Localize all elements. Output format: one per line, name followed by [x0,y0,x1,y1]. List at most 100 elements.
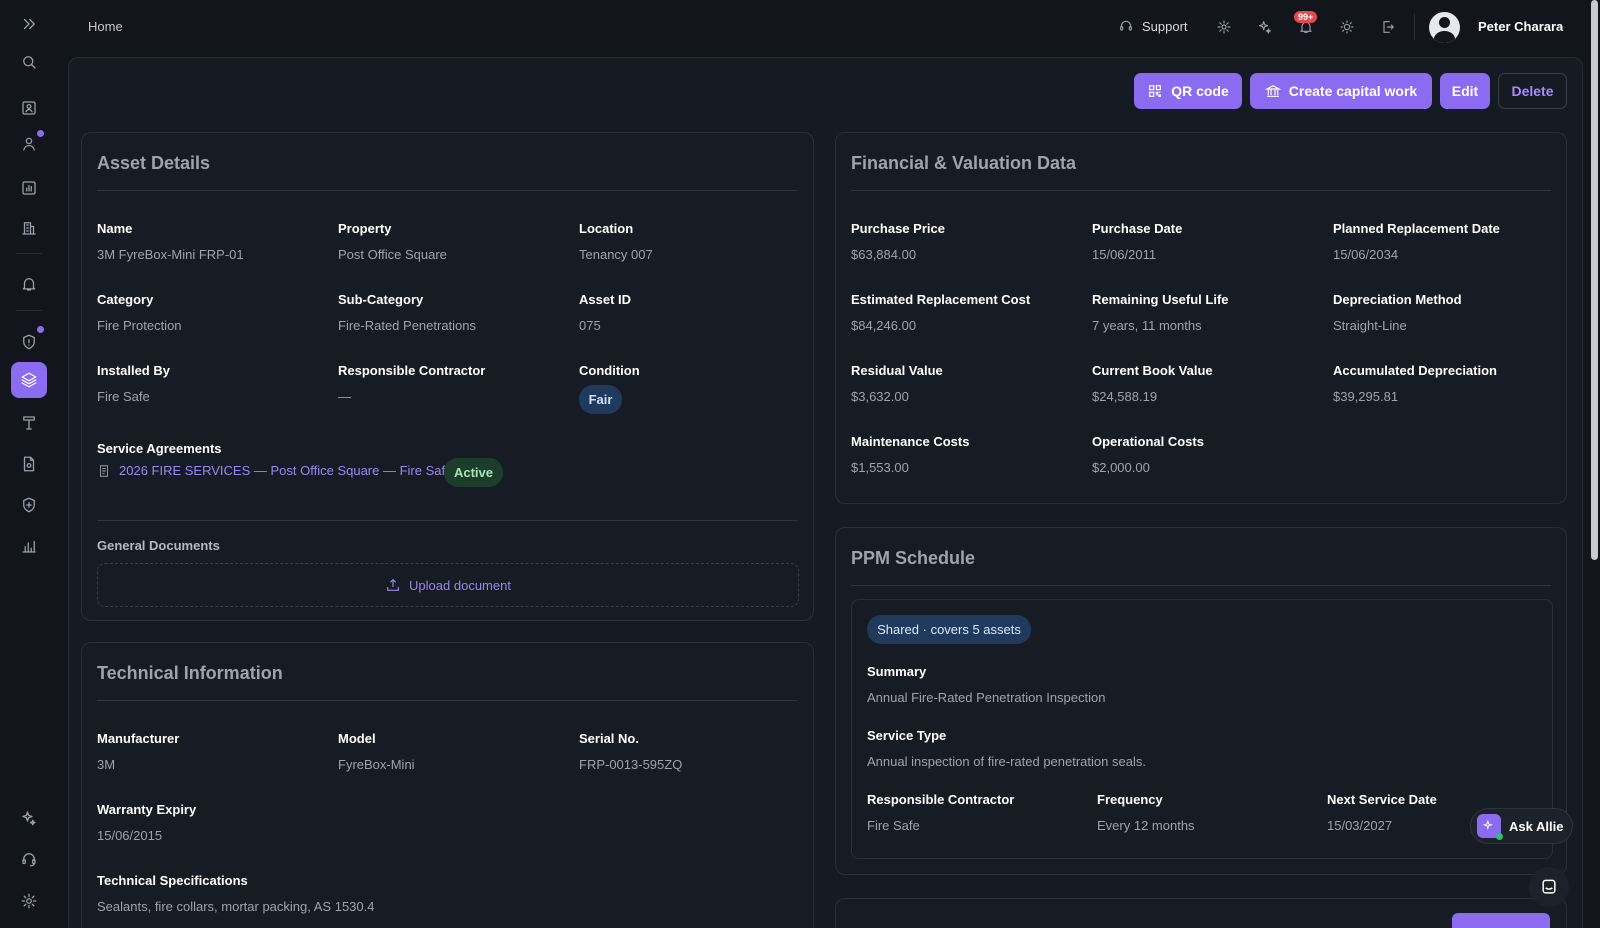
support-headset-icon[interactable] [11,841,47,877]
responsible-contractor-value: — [338,389,351,404]
topbar: Home [58,0,1600,56]
user-name[interactable]: Peter Charara [1478,19,1563,34]
divider [851,585,1551,586]
next-service-date-value: 15/03/2027 [1327,818,1393,833]
maintenance-tool-icon[interactable] [11,405,47,441]
expand-sidebar-icon[interactable] [11,6,47,42]
ai-sparkle-icon[interactable] [1255,17,1275,37]
next-section-action-button[interactable] [1452,913,1550,928]
manufacturer-value: 3M [97,757,116,772]
current-book-value-label: Current Book Value [1092,363,1213,378]
analytics-bar-icon[interactable] [11,528,47,564]
topbar-divider [1414,14,1415,40]
documents-icon[interactable] [11,446,47,482]
technical-information-title: Technical Information [97,663,283,683]
warranty-expiry-label: Warranty Expiry [97,802,197,817]
ppm-schedule-card: PPM Schedule Shared · covers 5 assets Su… [835,527,1567,875]
reports-icon[interactable] [11,170,47,206]
theme-sun-icon[interactable] [1337,17,1357,37]
location-label: Location [579,221,634,236]
maintenance-costs-label: Maintenance Costs [851,434,970,449]
user-avatar[interactable] [1429,12,1460,43]
create-capital-work-label: Create capital work [1288,83,1418,99]
support-icon [1120,20,1132,31]
remaining-useful-life-label: Remaining Useful Life [1092,292,1229,307]
technical-information-card: Technical Information Manufacturer 3M Mo… [81,642,814,928]
chat-launcher-button[interactable] [1529,867,1569,907]
sidebar-divider [16,310,42,311]
qr-code-button[interactable]: QR code [1134,73,1242,109]
depreciation-method-label: Depreciation Method [1333,292,1462,307]
purchase-date-label: Purchase Date [1092,221,1183,236]
ppm-contractor-label: Responsible Contractor [867,792,1015,807]
property-label: Property [338,221,392,236]
delete-label: Delete [1511,83,1554,99]
logout-icon[interactable] [1378,17,1398,37]
sidebar-divider [16,253,42,254]
divider [97,700,798,701]
ppm-schedule-title: PPM Schedule [851,548,976,568]
bell-icon[interactable] [11,266,47,302]
frequency-value: Every 12 months [1097,818,1195,833]
category-value: Fire Protection [97,318,182,333]
summary-value: Annual Fire-Rated Penetration Inspection [867,690,1106,705]
condition-badge: Fair [579,385,622,414]
support-link[interactable]: Support [1118,18,1188,34]
financial-valuation-card: Financial & Valuation Data Purchase Pric… [835,132,1567,504]
sub-category-label: Sub-Category [338,292,424,307]
support-label: Support [1142,18,1188,34]
ask-allie-label: Ask Allie [1509,818,1564,834]
assets-layers-icon[interactable] [11,362,47,398]
maintenance-costs-value: $1,553.00 [851,460,909,475]
frequency-label: Frequency [1097,792,1163,807]
divider [97,520,798,521]
estimated-replacement-cost-label: Estimated Replacement Cost [851,292,1031,307]
settings-gear-icon[interactable] [11,883,47,919]
manufacturer-label: Manufacturer [97,731,180,746]
buildings-icon[interactable] [11,210,47,246]
notification-count-badge: 99+ [1294,11,1318,23]
purchase-price-label: Purchase Price [851,221,945,236]
serial-number-value: FRP-0013-595ZQ [579,757,683,772]
estimated-replacement-cost-value: $84,246.00 [851,318,917,333]
asset-details-card: Asset Details Name 3M FyreBox-Mini FRP-0… [81,132,814,621]
chat-icon [1542,879,1556,894]
ai-sparkle-icon[interactable] [11,800,47,836]
ppm-contractor-value: Fire Safe [867,818,920,833]
users-notification-dot [37,130,44,137]
shared-assets-badge: Shared · covers 5 assets [867,615,1031,644]
service-agreement-status-badge: Active [444,458,503,487]
create-capital-work-button[interactable]: Create capital work [1250,73,1432,109]
ask-allie-button[interactable]: Ask Allie [1470,808,1573,844]
ai-sparkle-icon [1477,814,1503,840]
page-scrollbar[interactable] [1591,0,1598,560]
category-label: Category [97,292,154,307]
service-agreement-link[interactable]: 2026 FIRE SERVICES — Post Office Square … [97,463,452,478]
service-agreement-title: 2026 FIRE SERVICES — Post Office Square … [119,463,453,478]
security-shield-icon[interactable] [11,487,47,523]
breadcrumb-home[interactable]: Home [88,19,123,34]
bank-building-icon [1264,84,1281,97]
residual-value-value: $3,632.00 [851,389,909,404]
upload-document-label: Upload document [409,577,511,593]
contacts-icon[interactable] [11,90,47,126]
search-icon[interactable] [11,44,47,80]
settings-icon[interactable] [1214,17,1234,37]
upload-document-button[interactable]: Upload document [97,563,799,607]
ppm-schedule-item[interactable]: Shared · covers 5 assets Summary Annual … [851,599,1553,859]
current-book-value-value: $24,588.19 [1092,389,1158,404]
qr-code-icon [1149,85,1162,97]
summary-label: Summary [867,664,927,679]
planned-replacement-date-label: Planned Replacement Date [1333,221,1500,236]
upload-icon [387,578,399,591]
technical-specifications-value: Sealants, fire collars, mortar packing, … [97,899,375,914]
installed-by-value: Fire Safe [97,389,150,404]
depreciation-method-value: Straight-Line [1333,318,1407,333]
purchase-price-value: $63,884.00 [851,247,917,262]
edit-button[interactable]: Edit [1440,73,1490,109]
sub-category-value: Fire-Rated Penetrations [338,318,477,333]
serial-number-label: Serial No. [579,731,639,746]
service-type-value: Annual inspection of fire-rated penetrat… [867,754,1146,769]
accumulated-depreciation-value: $39,295.81 [1333,389,1399,404]
delete-button[interactable]: Delete [1498,73,1567,109]
